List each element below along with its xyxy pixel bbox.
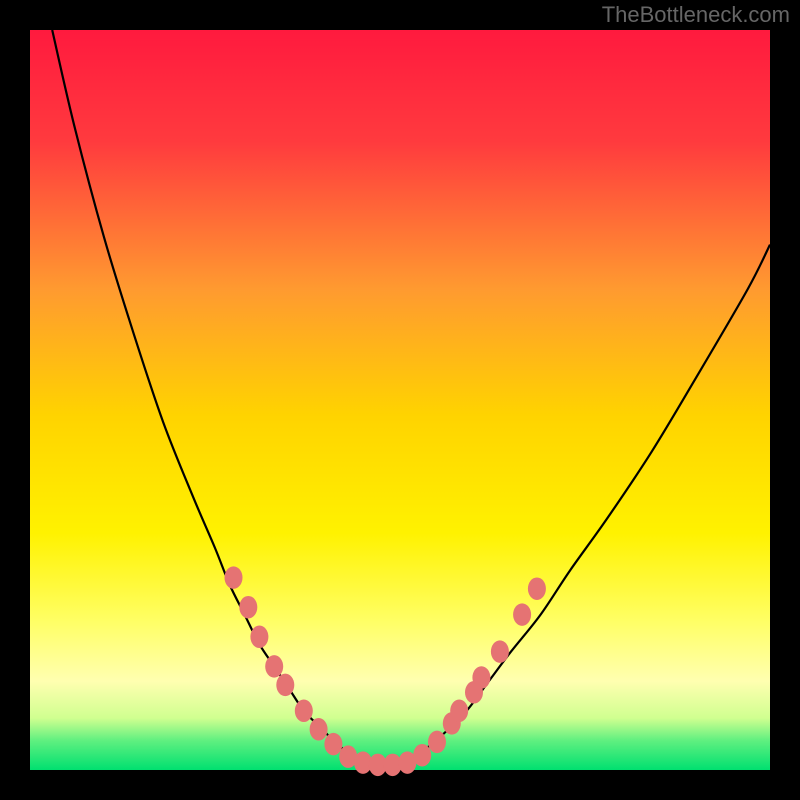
marker-point xyxy=(295,700,313,723)
marker-point xyxy=(310,718,328,741)
marker-point xyxy=(428,731,446,754)
marker-point xyxy=(276,674,294,697)
watermark-text: TheBottleneck.com xyxy=(602,2,790,28)
marker-point xyxy=(239,596,257,619)
marker-point xyxy=(225,566,243,589)
marker-point xyxy=(324,733,342,756)
marker-point xyxy=(528,577,546,600)
gradient-background xyxy=(30,30,770,770)
marker-point xyxy=(413,744,431,767)
marker-point xyxy=(513,603,531,626)
marker-point xyxy=(472,666,490,689)
marker-point xyxy=(250,626,268,649)
marker-point xyxy=(491,640,509,663)
bottleneck-chart xyxy=(0,0,800,800)
marker-point xyxy=(450,700,468,723)
marker-point xyxy=(265,655,283,678)
chart-container: TheBottleneck.com xyxy=(0,0,800,800)
